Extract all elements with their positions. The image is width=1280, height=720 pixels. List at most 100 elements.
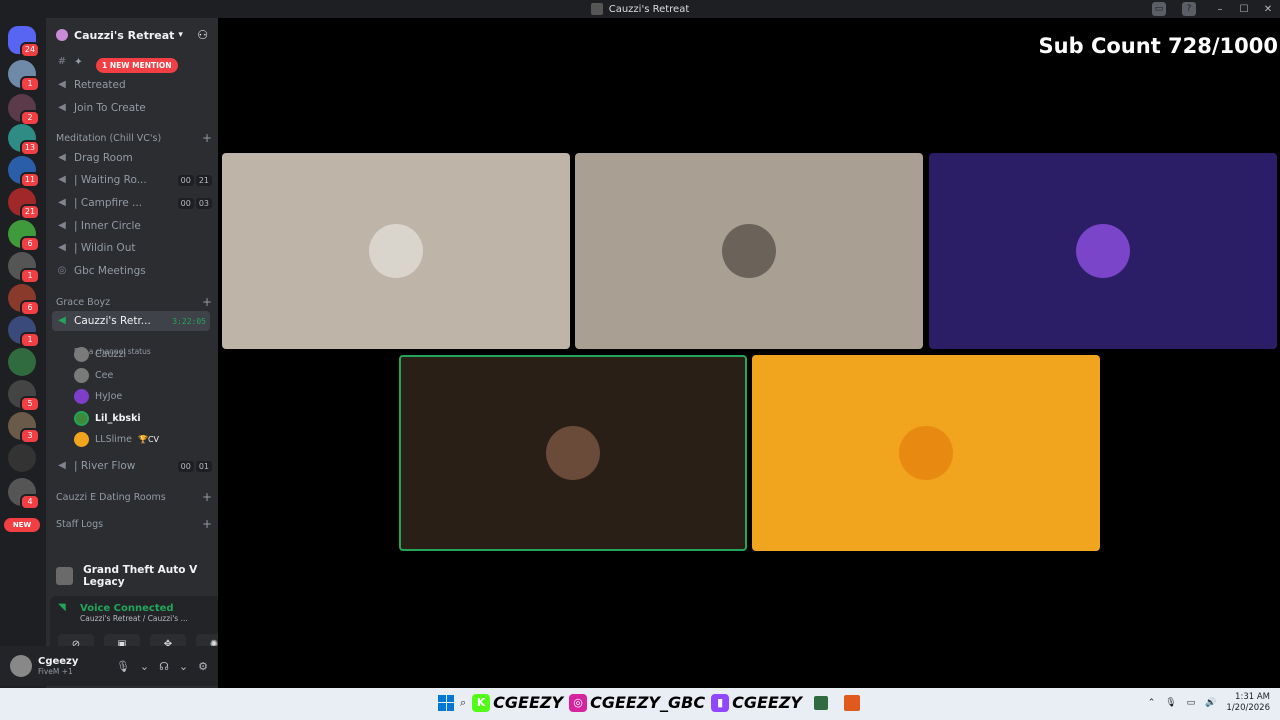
server-icon[interactable] [8, 348, 36, 376]
participant-tile[interactable] [752, 355, 1100, 551]
twitch-icon: ▮ [711, 693, 730, 712]
microphone-icon[interactable]: 🎙 [1165, 698, 1176, 708]
server-icon[interactable]: 11 [8, 156, 40, 188]
voice-member[interactable]: Lil_kbski [74, 408, 141, 428]
maximize-button[interactable]: ☐ [1232, 4, 1256, 15]
channel-label: | Campfire ... [74, 197, 143, 209]
channel-active-voice[interactable]: ◀ Cauzzi's Retr... 3:22:05 [52, 311, 210, 331]
inbox-icon[interactable]: ▭ [1152, 2, 1166, 16]
voice-status[interactable]: Voice Connected [80, 603, 174, 614]
hash-icon: # [57, 56, 67, 67]
badge: 24 [20, 42, 40, 58]
category-staff-logs[interactable]: Staff Logs + [52, 516, 212, 532]
user-activity: FiveM +1 [38, 667, 73, 676]
direct-messages-button[interactable]: 24 [8, 26, 40, 58]
headphones-icon[interactable]: ☊ [159, 660, 169, 673]
participant-tile[interactable] [929, 153, 1277, 349]
server-icon[interactable]: 13 [8, 124, 40, 156]
invite-icon[interactable]: ⚇ [197, 28, 208, 42]
member-name: HyJoe [95, 390, 123, 402]
activity-panel[interactable]: Grand Theft Auto V Legacy [50, 562, 218, 590]
channel-wildin-out[interactable]: ◀ | Wildin Out [52, 238, 212, 258]
channel-waiting-room[interactable]: ◀ | Waiting Ro... 00 21 [52, 170, 212, 190]
badge: 5 [20, 396, 40, 412]
app-icon[interactable] [814, 695, 829, 710]
channel-campfire[interactable]: ◀ | Campfire ... 00 03 [52, 193, 212, 213]
channel-label: Join To Create [74, 102, 146, 114]
participant-avatar [1076, 224, 1130, 278]
badge: 11 [20, 172, 40, 188]
close-button[interactable]: ✕ [1256, 4, 1280, 15]
add-channel-icon[interactable]: + [202, 295, 212, 309]
server-icon[interactable]: 4 [8, 478, 40, 510]
badge: 6 [20, 236, 40, 252]
server-name: Cauzzi's Retreat [74, 28, 175, 42]
search-icon[interactable]: ⌕ [460, 696, 466, 710]
server-icon[interactable]: 1 [8, 60, 40, 92]
category-dating-rooms[interactable]: Cauzzi E Dating Rooms + [52, 489, 212, 505]
trophy-icon: 🏆 [138, 434, 148, 444]
server-icon[interactable]: 21 [8, 188, 40, 220]
channel-river-flow[interactable]: ◀ | River Flow 00 01 [52, 456, 212, 476]
badge: 4 [20, 494, 40, 510]
voice-channel-path[interactable]: Cauzzi's Retreat / Cauzzi's ... [80, 614, 218, 623]
chevron-down-icon[interactable]: ⌄ [140, 660, 149, 673]
server-icon [590, 3, 603, 15]
category-meditation[interactable]: Meditation (Chill VC's) + [52, 130, 212, 146]
minimize-button[interactable]: – [1208, 4, 1232, 15]
member-name: Lil_kbski [95, 412, 141, 424]
user-limit: 21 [195, 174, 212, 186]
username[interactable]: Cgeezy [38, 656, 78, 667]
new-badge[interactable]: NEW [4, 518, 40, 532]
add-channel-icon[interactable]: + [202, 490, 212, 504]
server-icon[interactable]: 6 [8, 220, 40, 252]
new-mention-pill[interactable]: 1 NEW MENTION [96, 58, 178, 73]
server-icon[interactable]: 1 [8, 316, 40, 348]
voice-member[interactable]: LLSlime 🏆 CV [74, 429, 159, 449]
microphone-icon[interactable]: 🎙 [116, 660, 130, 673]
server-icon[interactable] [8, 444, 36, 472]
channel-gbc-meetings[interactable]: ◎ Gbc Meetings [52, 261, 212, 281]
channel-retreated[interactable]: ◀ Retreated [52, 75, 212, 95]
channel-drag-room[interactable]: ◀ Drag Room [52, 148, 212, 168]
participant-tile[interactable] [222, 153, 570, 349]
server-icon[interactable]: 1 [8, 252, 40, 284]
game-icon [56, 567, 74, 585]
server-icon[interactable]: 2 [8, 94, 40, 126]
add-channel-icon[interactable]: + [202, 131, 212, 145]
volume-icon[interactable]: 🔊 [1205, 698, 1216, 708]
voice-member[interactable]: Cee [74, 365, 113, 385]
chevron-down-icon[interactable]: ⌄ [179, 660, 188, 673]
signal-icon[interactable]: ◥ [58, 602, 72, 614]
channel-join-to-create[interactable]: ◀ Join To Create [52, 98, 212, 118]
server-icon[interactable]: 3 [8, 412, 40, 444]
add-channel-icon[interactable]: + [202, 517, 212, 531]
user-count: 00 [177, 197, 194, 209]
speaker-icon: ◀ [58, 220, 66, 231]
server-icon[interactable]: 6 [8, 284, 40, 316]
windows-start-icon[interactable] [438, 694, 454, 711]
speaker-icon: ◀ [58, 79, 66, 90]
speaker-icon: ◀ [58, 460, 66, 471]
category-label: Staff Logs [56, 518, 104, 530]
channel-label: Gbc Meetings [74, 265, 146, 277]
gear-icon[interactable]: ⚙ [198, 660, 208, 673]
chevron-down-icon: ▾ [178, 30, 183, 40]
server-header[interactable]: Cauzzi's Retreat ▾ ⚇ [46, 18, 218, 52]
avatar[interactable] [10, 655, 32, 677]
server-icon[interactable]: 5 [8, 380, 40, 412]
app-icon[interactable] [844, 694, 861, 711]
title-bar: Cauzzi's Retreat ▭ ? – ☐ ✕ [0, 0, 1280, 18]
help-icon[interactable]: ? [1182, 2, 1196, 16]
category-grace-boyz[interactable]: Grace Boyz + [52, 294, 212, 310]
clock-date: 1/20/2026 [1226, 703, 1270, 713]
participant-tile[interactable] [575, 153, 923, 349]
channel-inner-circle[interactable]: ◀ | Inner Circle [52, 216, 212, 236]
voice-member[interactable]: HyJoe [74, 386, 122, 406]
participant-tile[interactable] [399, 355, 747, 551]
speaker-icon: ◀ [58, 152, 66, 163]
monitor-icon[interactable]: ▭ [1187, 698, 1196, 708]
chevron-up-icon[interactable]: ⌃ [1148, 698, 1156, 708]
voice-member[interactable]: Cauzzi [74, 344, 126, 364]
clock[interactable]: 1:31 AM 1/20/2026 [1226, 692, 1270, 714]
